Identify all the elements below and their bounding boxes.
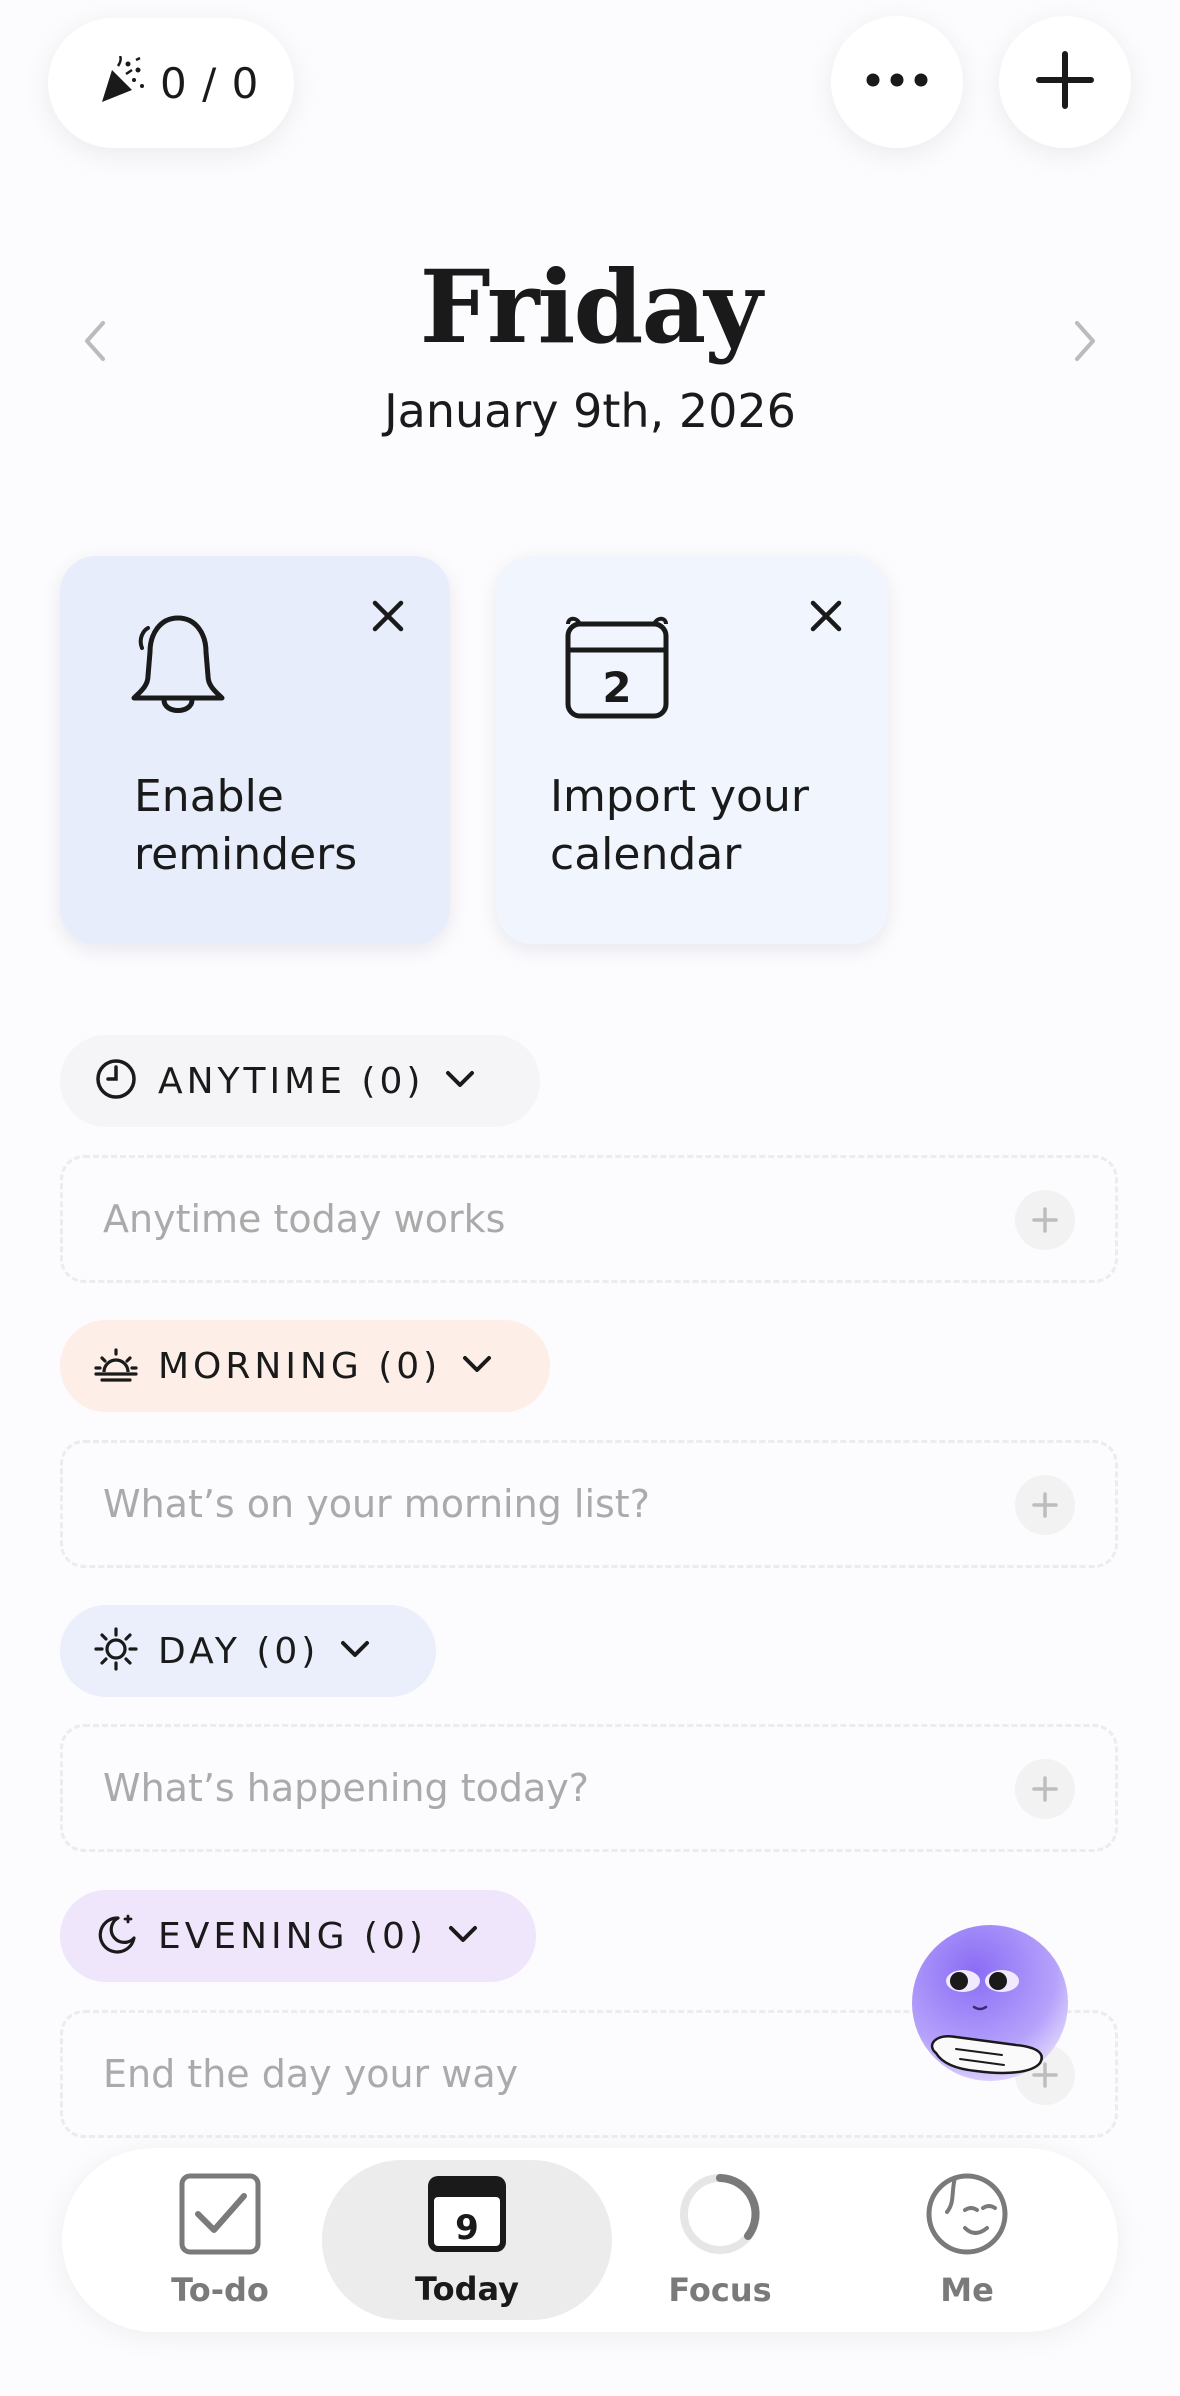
add-task-button[interactable] bbox=[999, 16, 1131, 148]
bell-icon bbox=[126, 614, 230, 727]
clock-icon bbox=[94, 1057, 138, 1106]
section-toggle-day[interactable]: DAY (0) bbox=[60, 1605, 436, 1697]
plus-icon[interactable] bbox=[1015, 1759, 1075, 1819]
moon-icon bbox=[94, 1912, 138, 1961]
section-label: MORNING (0) bbox=[158, 1345, 442, 1387]
section-toggle-anytime[interactable]: ANYTIME (0) bbox=[60, 1035, 540, 1127]
tab-focus[interactable]: Focus bbox=[640, 2148, 800, 2332]
more-button[interactable] bbox=[831, 16, 963, 148]
section-label: ANYTIME (0) bbox=[158, 1060, 425, 1102]
add-task-row-morning[interactable]: What’s on your morning list? bbox=[60, 1440, 1118, 1568]
chevron-down-icon bbox=[461, 1354, 493, 1379]
bottom-tab-bar: To-do 9 Today Focus Me bbox=[62, 2148, 1118, 2332]
checkbox-icon bbox=[178, 2172, 262, 2261]
streak-count: 0 / 0 bbox=[160, 58, 260, 108]
next-day-button[interactable] bbox=[1060, 318, 1110, 368]
section-label: EVENING (0) bbox=[158, 1915, 427, 1957]
tab-label: Me bbox=[940, 2270, 994, 2309]
tab-label: To-do bbox=[171, 2270, 269, 2309]
task-placeholder: Anytime today works bbox=[103, 1197, 506, 1241]
card-label-line: Enable bbox=[134, 771, 284, 822]
calendar-icon: 2 bbox=[562, 614, 672, 727]
weekday-title: Friday bbox=[419, 248, 763, 366]
task-placeholder: What’s on your morning list? bbox=[103, 1482, 650, 1526]
sun-icon bbox=[94, 1626, 138, 1676]
card-label: Import your calendar bbox=[550, 768, 850, 884]
card-label-line: calendar bbox=[550, 829, 742, 880]
calendar-icon: 9 bbox=[425, 2173, 509, 2260]
section-toggle-morning[interactable]: MORNING (0) bbox=[60, 1320, 550, 1412]
close-icon[interactable] bbox=[804, 594, 848, 638]
date-subtitle: January 9th, 2026 bbox=[384, 384, 796, 438]
tab-me[interactable]: Me bbox=[887, 2148, 1047, 2332]
card-label: Enable reminders bbox=[134, 768, 434, 884]
task-placeholder: What’s happening today? bbox=[103, 1766, 589, 1810]
plus-icon bbox=[1035, 50, 1095, 115]
sunrise-icon bbox=[94, 1342, 138, 1391]
focus-ring-icon bbox=[678, 2172, 762, 2261]
calendar-icon-number: 2 bbox=[602, 663, 631, 712]
tab-today[interactable]: 9 Today bbox=[322, 2160, 612, 2320]
add-task-row-anytime[interactable]: Anytime today works bbox=[60, 1155, 1118, 1283]
plus-icon[interactable] bbox=[1015, 1475, 1075, 1535]
calendar-icon-number: 9 bbox=[455, 2208, 479, 2248]
chevron-right-icon bbox=[1071, 319, 1099, 368]
face-icon bbox=[925, 2172, 1009, 2261]
streak-counter[interactable]: 0 / 0 bbox=[48, 18, 294, 148]
section-label: DAY (0) bbox=[158, 1630, 320, 1672]
chevron-down-icon bbox=[447, 1924, 479, 1949]
section-toggle-evening[interactable]: EVENING (0) bbox=[60, 1890, 536, 1982]
plus-icon[interactable] bbox=[1015, 1190, 1075, 1250]
add-task-row-day[interactable]: What’s happening today? bbox=[60, 1724, 1118, 1852]
ellipsis-icon bbox=[865, 72, 929, 93]
card-label-line: Import your bbox=[550, 771, 809, 822]
import-calendar-card[interactable]: 2 Import your calendar bbox=[496, 556, 888, 944]
card-label-line: reminders bbox=[134, 829, 358, 880]
tab-label: Today bbox=[415, 2269, 519, 2308]
assistant-mascot[interactable] bbox=[906, 1925, 1076, 2097]
enable-reminders-card[interactable]: Enable reminders bbox=[60, 556, 450, 944]
party-popper-icon bbox=[96, 54, 146, 111]
close-icon[interactable] bbox=[366, 594, 410, 638]
task-placeholder: End the day your way bbox=[103, 2052, 519, 2096]
tab-todo[interactable]: To-do bbox=[140, 2148, 300, 2332]
chevron-down-icon bbox=[444, 1069, 476, 1094]
chevron-down-icon bbox=[339, 1639, 371, 1664]
mascot-face-icon bbox=[912, 1925, 1068, 2081]
tab-label: Focus bbox=[668, 2270, 772, 2309]
